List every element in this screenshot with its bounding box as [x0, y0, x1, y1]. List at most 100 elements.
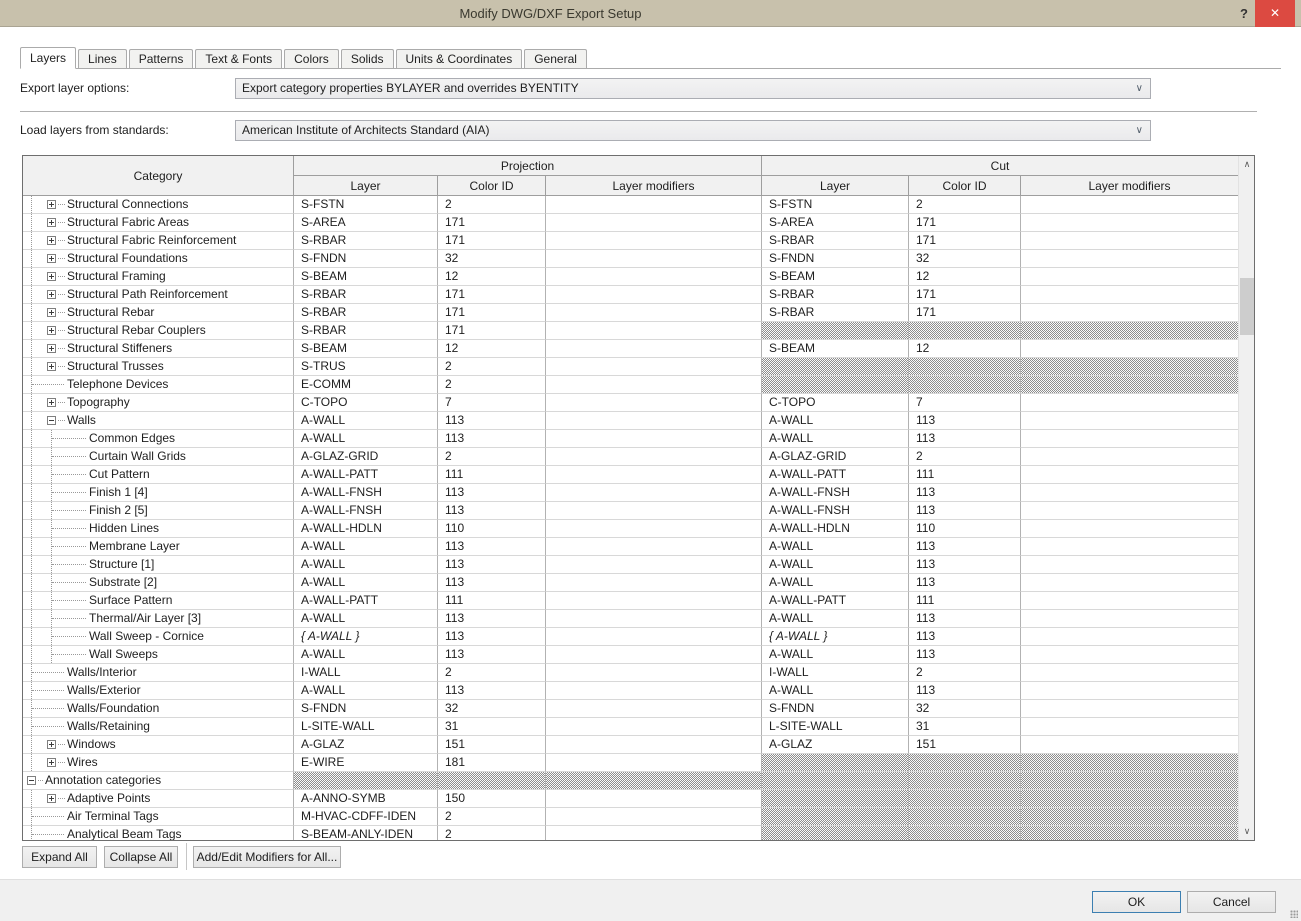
tab-layers[interactable]: Layers [20, 47, 77, 69]
scroll-down-icon[interactable]: ∨ [1239, 823, 1254, 840]
projection-color-id-cell[interactable]: 7 [438, 394, 546, 412]
projection-layer-modifiers-cell[interactable] [546, 700, 762, 718]
projection-layer-modifiers-cell[interactable] [546, 304, 762, 322]
projection-layer-cell[interactable]: A-WALL-PATT [294, 592, 438, 610]
cut-layer-modifiers-cell[interactable] [1021, 538, 1238, 556]
projection-color-id-cell[interactable]: 32 [438, 700, 546, 718]
column-header-cut-layer[interactable]: Layer [762, 176, 909, 196]
cut-layer-cell[interactable]: I-WALL [762, 664, 909, 682]
projection-layer-cell[interactable]: L-SITE-WALL [294, 718, 438, 736]
cut-layer-cell[interactable]: A-GLAZ-GRID [762, 448, 909, 466]
projection-layer-cell[interactable]: A-WALL [294, 682, 438, 700]
expand-node-icon[interactable] [47, 740, 56, 749]
projection-layer-cell[interactable]: A-WALL-FNSH [294, 502, 438, 520]
column-header-cut-color-id[interactable]: Color ID [909, 176, 1021, 196]
expand-all-button[interactable]: Expand All [22, 846, 97, 868]
projection-color-id-cell[interactable]: 113 [438, 610, 546, 628]
cut-layer-cell[interactable]: A-WALL-PATT [762, 466, 909, 484]
add-edit-modifiers-button[interactable]: Add/Edit Modifiers for All... [193, 846, 341, 868]
projection-layer-modifiers-cell[interactable] [546, 790, 762, 808]
projection-layer-cell[interactable]: C-TOPO [294, 394, 438, 412]
projection-color-id-cell[interactable]: 113 [438, 574, 546, 592]
projection-layer-cell[interactable]: A-GLAZ [294, 736, 438, 754]
cut-layer-cell[interactable]: S-AREA [762, 214, 909, 232]
cut-layer-modifiers-cell[interactable] [1021, 736, 1238, 754]
projection-color-id-cell[interactable]: 2 [438, 358, 546, 376]
projection-layer-cell[interactable]: S-AREA [294, 214, 438, 232]
close-button[interactable]: ✕ [1255, 0, 1295, 27]
column-header-category[interactable]: Category [23, 156, 294, 196]
projection-layer-modifiers-cell[interactable] [546, 610, 762, 628]
cut-layer-cell[interactable]: A-WALL [762, 610, 909, 628]
projection-layer-modifiers-cell[interactable] [546, 322, 762, 340]
cut-color-id-cell[interactable]: 113 [909, 484, 1021, 502]
expand-node-icon[interactable] [47, 326, 56, 335]
projection-layer-modifiers-cell[interactable] [546, 682, 762, 700]
projection-layer-cell[interactable]: S-RBAR [294, 232, 438, 250]
projection-color-id-cell[interactable]: 113 [438, 502, 546, 520]
projection-layer-cell[interactable]: S-FSTN [294, 196, 438, 214]
cut-color-id-cell[interactable]: 111 [909, 592, 1021, 610]
projection-layer-cell[interactable]: S-RBAR [294, 304, 438, 322]
cut-layer-modifiers-cell[interactable] [1021, 214, 1238, 232]
projection-layer-modifiers-cell[interactable] [546, 736, 762, 754]
cut-layer-cell[interactable]: S-BEAM [762, 340, 909, 358]
cut-color-id-cell[interactable]: 171 [909, 232, 1021, 250]
projection-layer-cell[interactable]: I-WALL [294, 664, 438, 682]
cut-layer-cell[interactable]: S-BEAM [762, 268, 909, 286]
cut-layer-modifiers-cell[interactable] [1021, 646, 1238, 664]
cut-color-id-cell[interactable]: 113 [909, 412, 1021, 430]
expand-node-icon[interactable] [47, 290, 56, 299]
projection-color-id-cell[interactable]: 2 [438, 196, 546, 214]
cut-layer-modifiers-cell[interactable] [1021, 502, 1238, 520]
column-header-projection-layer[interactable]: Layer [294, 176, 438, 196]
cut-color-id-cell[interactable]: 2 [909, 448, 1021, 466]
cut-layer-modifiers-cell[interactable] [1021, 484, 1238, 502]
expand-node-icon[interactable] [47, 308, 56, 317]
cut-color-id-cell[interactable]: 113 [909, 610, 1021, 628]
projection-color-id-cell[interactable]: 150 [438, 790, 546, 808]
cut-color-id-cell[interactable]: 113 [909, 502, 1021, 520]
projection-layer-cell[interactable]: A-WALL [294, 430, 438, 448]
cut-color-id-cell[interactable]: 32 [909, 250, 1021, 268]
cut-color-id-cell[interactable]: 113 [909, 538, 1021, 556]
projection-color-id-cell[interactable]: 171 [438, 304, 546, 322]
projection-layer-cell[interactable]: S-BEAM-ANLY-IDEN [294, 826, 438, 840]
projection-color-id-cell[interactable]: 181 [438, 754, 546, 772]
cut-layer-modifiers-cell[interactable] [1021, 700, 1238, 718]
column-header-projection[interactable]: Projection [294, 156, 762, 176]
cut-layer-cell[interactable]: A-WALL [762, 430, 909, 448]
projection-layer-cell[interactable]: { A-WALL } [294, 628, 438, 646]
cut-color-id-cell[interactable]: 113 [909, 574, 1021, 592]
cancel-button[interactable]: Cancel [1187, 891, 1276, 913]
cut-layer-modifiers-cell[interactable] [1021, 718, 1238, 736]
projection-layer-cell[interactable]: E-COMM [294, 376, 438, 394]
projection-color-id-cell[interactable]: 171 [438, 286, 546, 304]
help-icon[interactable]: ? [1240, 0, 1248, 27]
collapse-all-button[interactable]: Collapse All [104, 846, 178, 868]
projection-layer-modifiers-cell[interactable] [546, 538, 762, 556]
cut-color-id-cell[interactable]: 110 [909, 520, 1021, 538]
cut-color-id-cell[interactable]: 31 [909, 718, 1021, 736]
projection-color-id-cell[interactable]: 113 [438, 538, 546, 556]
projection-layer-modifiers-cell[interactable] [546, 340, 762, 358]
cut-layer-modifiers-cell[interactable] [1021, 556, 1238, 574]
cut-color-id-cell[interactable]: 12 [909, 340, 1021, 358]
cut-layer-cell[interactable]: C-TOPO [762, 394, 909, 412]
cut-color-id-cell[interactable]: 151 [909, 736, 1021, 754]
cut-layer-cell[interactable]: A-WALL-FNSH [762, 502, 909, 520]
projection-layer-cell[interactable]: S-BEAM [294, 268, 438, 286]
cut-layer-cell[interactable]: A-WALL [762, 682, 909, 700]
projection-layer-cell[interactable]: A-WALL [294, 646, 438, 664]
expand-node-icon[interactable] [47, 236, 56, 245]
tab-lines[interactable]: Lines [78, 49, 127, 68]
cut-layer-modifiers-cell[interactable] [1021, 610, 1238, 628]
cut-layer-cell[interactable]: S-RBAR [762, 304, 909, 322]
projection-color-id-cell[interactable]: 2 [438, 808, 546, 826]
projection-color-id-cell[interactable]: 113 [438, 484, 546, 502]
collapse-node-icon[interactable] [27, 776, 36, 785]
projection-layer-cell[interactable]: S-RBAR [294, 286, 438, 304]
scrollbar-thumb[interactable] [1240, 278, 1254, 335]
projection-layer-modifiers-cell[interactable] [546, 628, 762, 646]
expand-node-icon[interactable] [47, 344, 56, 353]
